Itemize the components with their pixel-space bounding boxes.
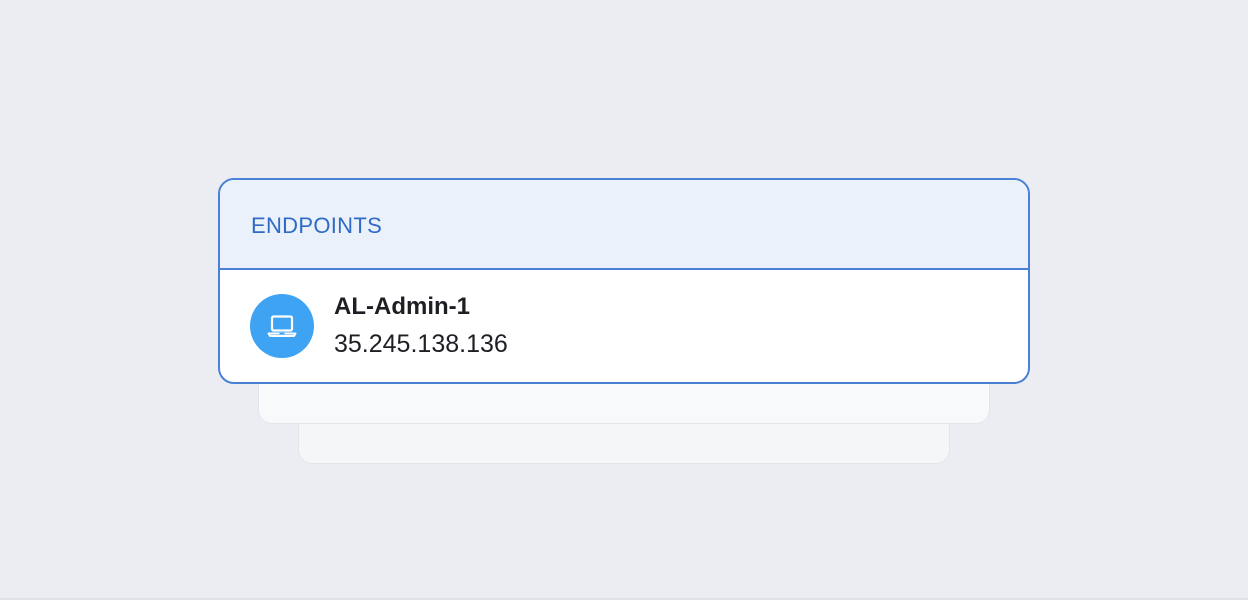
endpoints-panel-title: ENDPOINTS	[251, 213, 383, 238]
endpoint-name: AL-Admin-1	[334, 293, 470, 320]
endpoint-ip-address: 35.245.138.136	[334, 330, 508, 358]
endpoint-list-item[interactable]: AL-Admin-1 35.245.138.136	[220, 270, 1028, 382]
endpoint-details: AL-Admin-1 35.245.138.136	[334, 292, 508, 360]
endpoints-panel-header: ENDPOINTS	[220, 180, 1028, 270]
endpoint-avatar	[250, 294, 314, 358]
endpoints-panel: ENDPOINTS AL-Admin-1 35.245.138.136	[218, 178, 1030, 384]
laptop-icon	[267, 315, 297, 337]
